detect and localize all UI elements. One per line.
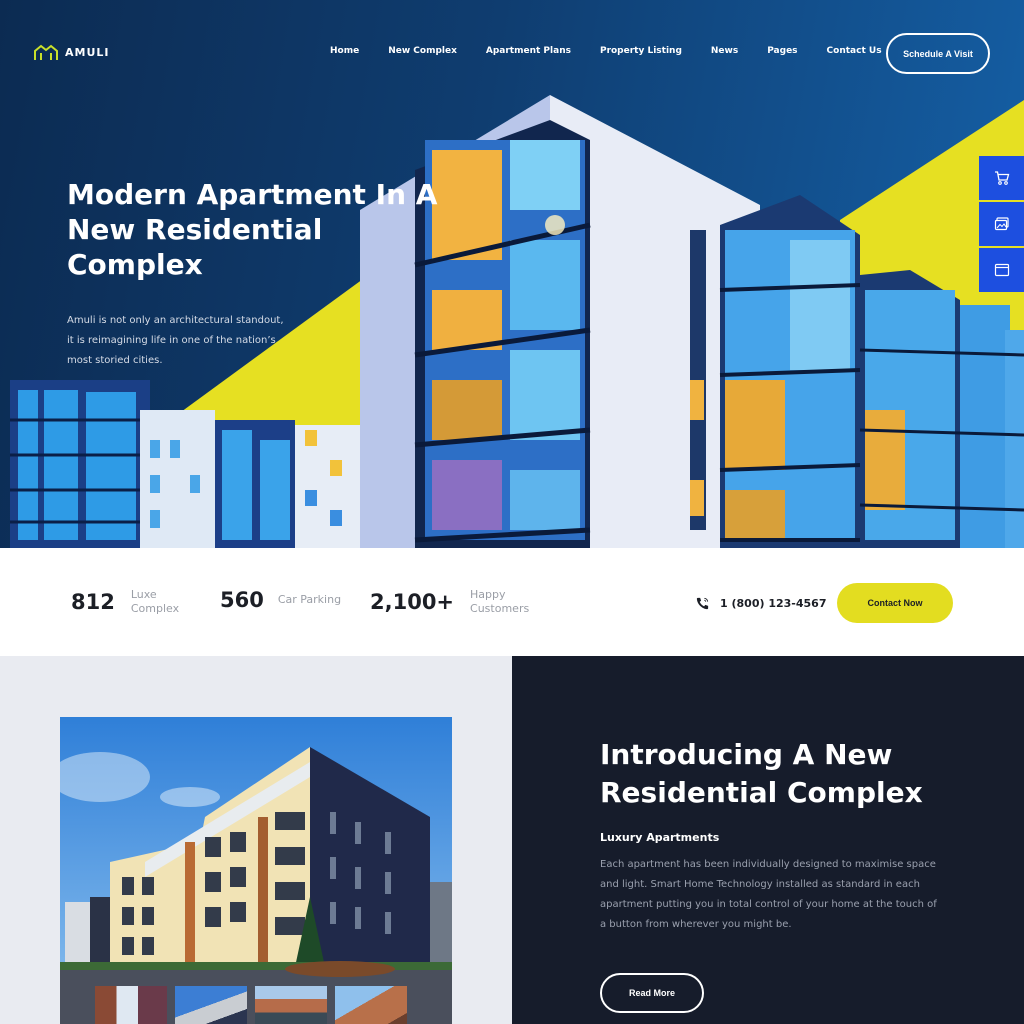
stat-label-line1: Happy — [470, 588, 506, 601]
nav-link-home[interactable]: Home — [330, 46, 359, 56]
stat-value: 560 — [220, 588, 264, 612]
nav-link-new-complex[interactable]: New Complex — [388, 46, 457, 56]
intro-title: Introducing A New Residential Complex — [600, 738, 923, 809]
stat-car-parking: 560 Car Parking — [220, 588, 341, 612]
hero-section: AMULI Home New Complex Apartment Plans P… — [0, 0, 1024, 548]
stat-label-line2: Customers — [470, 602, 530, 615]
nav-link-apartment-plans[interactable]: Apartment Plans — [486, 46, 571, 56]
side-tool-browser[interactable] — [979, 248, 1024, 292]
hero-title: Modern Apartment In A New Residential Co… — [67, 178, 438, 281]
phone-icon — [696, 597, 709, 610]
stat-value: 2,100+ — [370, 590, 455, 614]
phone-contact[interactable]: 1 (800) 123-4567 — [695, 596, 826, 611]
intro-subtitle: Luxury Apartments — [600, 831, 720, 844]
thumbnail-2[interactable] — [175, 986, 247, 1024]
building-photo-image — [60, 717, 452, 1024]
photo-thumbnails — [95, 986, 407, 1024]
gallery-icon — [994, 217, 1009, 231]
brand-name: AMULI — [65, 46, 110, 59]
house-logo-icon — [34, 44, 58, 60]
side-tool-gallery[interactable] — [979, 202, 1024, 246]
read-more-button[interactable]: Read More — [600, 973, 704, 1013]
nav-link-pages[interactable]: Pages — [767, 46, 797, 56]
nav-links: Home New Complex Apartment Plans Propert… — [330, 46, 882, 56]
stat-label: Luxe Complex — [131, 588, 179, 616]
logo[interactable]: AMULI — [33, 44, 110, 61]
top-navigation: AMULI Home New Complex Apartment Plans P… — [0, 33, 1024, 74]
stat-happy-customers: 2,100+ Happy Customers — [370, 588, 529, 616]
complex-photo-section — [0, 656, 512, 1024]
browser-window-icon — [994, 263, 1009, 277]
complex-photo — [60, 717, 452, 1024]
stat-luxe-complex: 812 Luxe Complex — [71, 588, 179, 616]
intro-section: Introducing A New Residential Complex Lu… — [512, 656, 1024, 1024]
stat-label-line2: Complex — [130, 602, 180, 615]
nav-link-contact-us[interactable]: Contact Us — [827, 46, 882, 56]
side-toolbar — [979, 156, 1024, 294]
nav-link-news[interactable]: News — [711, 46, 738, 56]
thumbnail-4[interactable] — [335, 986, 407, 1024]
schedule-visit-button[interactable]: Schedule A Visit — [886, 33, 990, 74]
cart-icon — [994, 171, 1009, 185]
thumbnail-3[interactable] — [255, 986, 327, 1024]
phone-number: 1 (800) 123-4567 — [720, 597, 827, 610]
nav-link-property-listing[interactable]: Property Listing — [600, 46, 682, 56]
stat-label: Car Parking — [277, 593, 342, 606]
stat-label: Happy Customers — [470, 588, 529, 616]
stats-bar: 812 Luxe Complex 560 Car Parking 2,100+ … — [0, 548, 1024, 656]
contact-now-button[interactable]: Contact Now — [837, 583, 953, 623]
side-tool-cart[interactable] — [979, 156, 1024, 200]
intro-description: Each apartment has been individually des… — [600, 859, 937, 930]
stat-value: 812 — [71, 590, 115, 614]
stat-label-line1: Luxe — [130, 588, 157, 601]
thumbnail-1[interactable] — [95, 986, 167, 1024]
hero-description: Amuli is not only an architectural stand… — [67, 315, 284, 366]
